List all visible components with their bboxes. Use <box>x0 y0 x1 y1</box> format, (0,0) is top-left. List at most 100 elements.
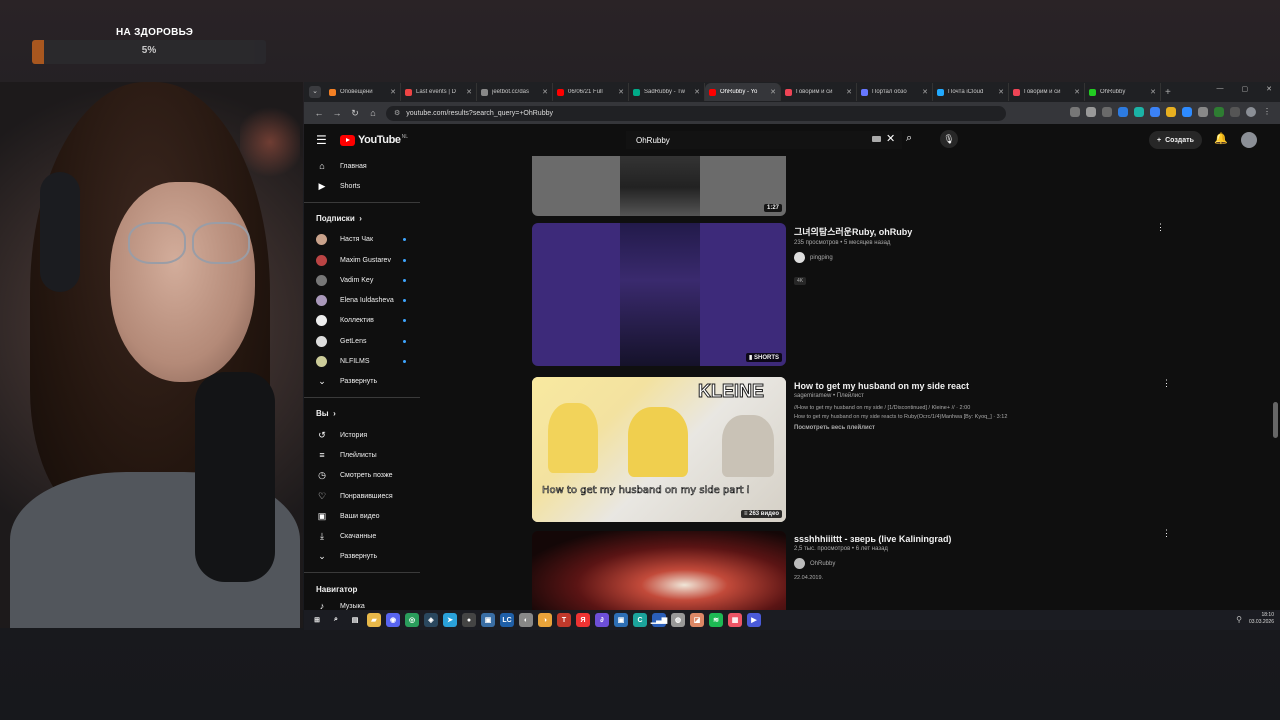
browser-tab[interactable]: Говорим и си ✕ <box>1009 83 1085 101</box>
app6-icon[interactable]: C <box>633 613 647 627</box>
task-view-icon[interactable]: ▤ <box>348 613 362 627</box>
yandex-icon[interactable]: Я <box>576 613 590 627</box>
new-tab-icon[interactable]: + <box>1165 87 1171 98</box>
browser-tab[interactable]: OhRubby - Yo ✕ <box>705 83 781 101</box>
browser-tab[interactable]: jeetbot.cc/das ✕ <box>477 83 553 101</box>
video-thumbnail[interactable] <box>532 531 786 610</box>
channel-row[interactable]: pingping <box>794 252 1164 263</box>
app-icon[interactable]: ▣ <box>481 613 495 627</box>
account-avatar[interactable] <box>1241 132 1257 148</box>
expand-subscriptions-button[interactable]: ⌄ Развернуть <box>304 372 422 392</box>
tray-network-icon[interactable]: ⚲ <box>1236 615 1242 624</box>
tab-close-icon[interactable]: ✕ <box>1074 88 1080 96</box>
create-button[interactable]: + Создать <box>1149 131 1202 149</box>
puzzle-icon[interactable] <box>1198 107 1208 117</box>
notifications-bell-icon[interactable]: 🔔 <box>1214 132 1228 145</box>
steam-icon[interactable]: ◈ <box>424 613 438 627</box>
close-icon[interactable]: ✕ <box>1266 85 1272 93</box>
sidebar-item-home[interactable]: ⌂ Главная <box>304 156 422 176</box>
search-input[interactable]: OhRubby <box>626 131 902 149</box>
app2-icon[interactable]: ◐ <box>519 613 533 627</box>
sidebar-item-subscription[interactable]: Настя Чак <box>304 230 422 250</box>
keyboard-icon[interactable] <box>872 136 881 142</box>
tab-close-icon[interactable]: ✕ <box>770 88 776 96</box>
sidebar-item-you[interactable]: ≡ Плейлисты <box>304 445 422 465</box>
maximize-icon[interactable]: ▢ <box>1242 85 1249 93</box>
tab-close-icon[interactable]: ✕ <box>922 88 928 96</box>
tab-close-icon[interactable]: ✕ <box>846 88 852 96</box>
search-icon[interactable]: ⌕ <box>906 132 912 145</box>
discord-icon[interactable]: ◉ <box>386 613 400 627</box>
video-title[interactable]: ssshhhiiittt - зверь (live Kaliningrad) <box>794 534 1164 544</box>
sidebar-item-subscription[interactable]: Maxim Gustarev <box>304 250 422 270</box>
sidebar-item-you[interactable]: ♡ Понравившиеся <box>304 486 422 506</box>
lc-icon[interactable]: LC <box>500 613 514 627</box>
app3-icon[interactable]: ◑ <box>538 613 552 627</box>
sidebar-item-subscription[interactable]: Elena Iuldasheva <box>304 290 422 310</box>
clear-search-icon[interactable]: ✕ <box>886 132 895 145</box>
playlist-title[interactable]: How to get my husband on my side react <box>794 381 1164 391</box>
twitch-icon[interactable]: T <box>557 613 571 627</box>
sidebar-item-subscription[interactable]: Коллектив <box>304 311 422 331</box>
forward-icon[interactable]: → <box>328 108 346 118</box>
home-icon[interactable]: ⌂ <box>364 108 382 118</box>
photos-icon[interactable]: ◪ <box>690 613 704 627</box>
app8-icon[interactable]: ▦ <box>728 613 742 627</box>
minimize-icon[interactable]: — <box>1217 85 1224 93</box>
app9-icon[interactable]: ▶ <box>747 613 761 627</box>
stats-icon[interactable]: ▁▃▆ <box>651 613 667 627</box>
app4-icon[interactable]: ∂ <box>595 613 609 627</box>
app5-icon[interactable]: ▣ <box>614 613 628 627</box>
extension-icon[interactable] <box>1182 107 1192 117</box>
browser-tab[interactable]: Last events | D ✕ <box>401 83 477 101</box>
menu-icon[interactable]: ⋮ <box>1262 107 1272 117</box>
browser-tab[interactable]: Говорим и си ✕ <box>781 83 857 101</box>
system-clock[interactable]: 18:10 03.03.2026 <box>1249 612 1274 626</box>
profile-icon[interactable] <box>1246 107 1256 117</box>
star-icon[interactable] <box>1086 107 1096 117</box>
browser-tab[interactable]: 06/06/21 Full ✕ <box>553 83 629 101</box>
extension-icon[interactable] <box>1214 107 1224 117</box>
install-icon[interactable] <box>1070 107 1080 117</box>
sidebar-item-you[interactable]: ⤓ Скачанные <box>304 526 422 546</box>
sidebar-item-subscription[interactable]: Vadim Key <box>304 270 422 290</box>
tab-close-icon[interactable]: ✕ <box>466 88 472 96</box>
browser-tab[interactable]: Оповещени ✕ <box>325 83 401 101</box>
sidepanel-icon[interactable] <box>1230 107 1240 117</box>
tab-close-icon[interactable]: ✕ <box>542 88 548 96</box>
extension-icon[interactable] <box>1166 107 1176 117</box>
browser-tab[interactable]: Портал обзо ✕ <box>857 83 933 101</box>
tab-close-icon[interactable]: ✕ <box>694 88 700 96</box>
extension-icon[interactable] <box>1134 107 1144 117</box>
tab-close-icon[interactable]: ✕ <box>998 88 1004 96</box>
tab-search-icon[interactable]: ⌄ <box>309 86 321 98</box>
tab-close-icon[interactable]: ✕ <box>1150 88 1156 96</box>
sidebar-item-shorts[interactable]: ▶ Shorts <box>304 176 422 196</box>
video-thumbnail[interactable]: ▮ SHORTS <box>532 223 786 366</box>
extension-icon[interactable] <box>1150 107 1160 117</box>
sidebar-item-you[interactable]: ▣ Ваши видео <box>304 506 422 526</box>
spotify-icon[interactable]: ≋ <box>709 613 723 627</box>
telegram-icon[interactable]: ➤ <box>443 613 457 627</box>
youtube-logo[interactable]: YouTube NL <box>340 134 408 146</box>
site-info-icon[interactable]: ⚙ <box>394 109 400 117</box>
extension-icon[interactable] <box>1118 107 1128 117</box>
back-icon[interactable]: ← <box>310 108 328 118</box>
chrome-icon[interactable]: ◎ <box>405 613 419 627</box>
scrollbar[interactable] <box>1273 402 1278 438</box>
more-options-icon[interactable]: ⋮ <box>1162 528 1171 539</box>
microphone-icon[interactable]: 🎙 <box>940 130 958 148</box>
reload-icon[interactable]: ↻ <box>346 108 364 119</box>
more-options-icon[interactable]: ⋮ <box>1162 378 1171 389</box>
extension-icon[interactable] <box>1102 107 1112 117</box>
obs-icon[interactable]: ● <box>462 613 476 627</box>
sidebar-item-you[interactable]: ◷ Смотреть позже <box>304 466 422 486</box>
you-header[interactable]: Вы › <box>304 403 422 425</box>
playlist-entry[interactable]: //How to get my husband on my side / [1/… <box>794 405 1164 411</box>
playlist-thumbnail[interactable]: KLEINE How to get my husband on my side … <box>532 377 786 522</box>
browser-tab[interactable]: Почта iCloud ✕ <box>933 83 1009 101</box>
explorer-icon[interactable]: ▰ <box>367 613 381 627</box>
playlist-entry[interactable]: How to get my husband on my side reacts … <box>794 414 1164 420</box>
tab-close-icon[interactable]: ✕ <box>390 88 396 96</box>
app7-icon[interactable]: ◍ <box>671 613 685 627</box>
